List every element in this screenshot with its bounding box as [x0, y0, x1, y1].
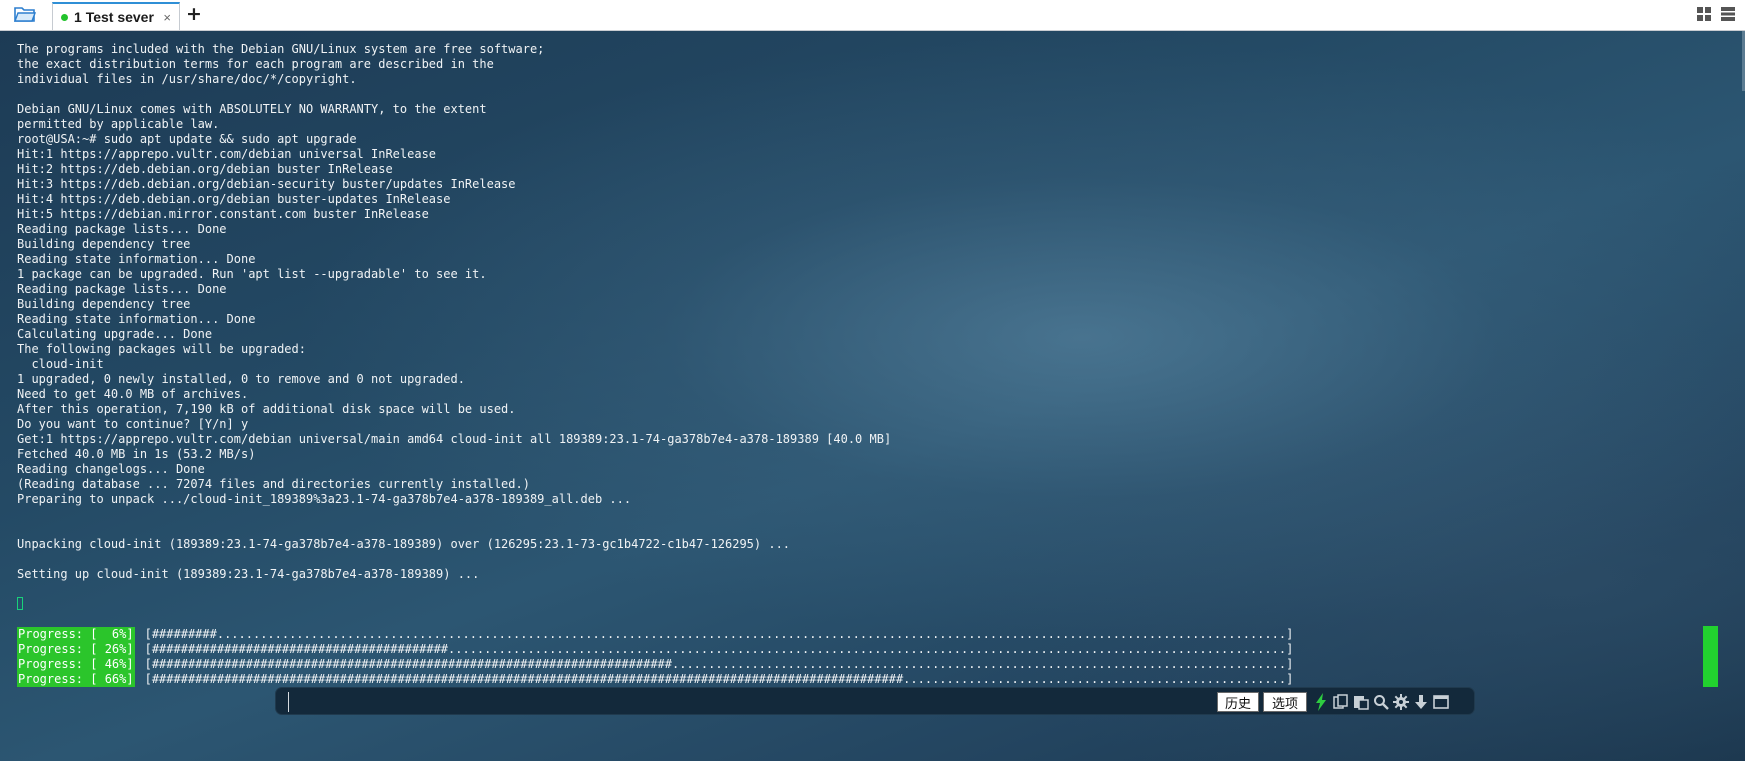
gear-icon[interactable] — [1392, 692, 1410, 712]
terminal-line: (Reading database ... 72074 files and di… — [17, 477, 530, 491]
connected-status-dot — [61, 13, 68, 21]
open-session-folder-icon[interactable] — [12, 4, 38, 24]
command-input[interactable] — [288, 692, 1215, 712]
terminal-line: Hit:2 https://deb.debian.org/debian bust… — [17, 162, 393, 176]
terminal-line: Preparing to unpack .../cloud-init_18938… — [17, 492, 632, 506]
terminal-line: Unpacking cloud-init (189389:23.1-74-ga3… — [17, 537, 791, 551]
progress-label: Progress: [ 46%] — [17, 657, 135, 672]
terminal-line: Debian GNU/Linux comes with ABSOLUTELY N… — [17, 102, 487, 116]
terminal-line: Building dependency tree — [17, 297, 191, 311]
terminal-line: Fetched 40.0 MB in 1s (53.2 MB/s) — [17, 447, 256, 461]
terminal-line: Hit:5 https://debian.mirror.constant.com… — [17, 207, 429, 221]
terminal-line: Reading state information... Done — [17, 312, 256, 326]
terminal-line: permitted by applicable law. — [17, 117, 220, 131]
paste-icon[interactable] — [1352, 692, 1370, 712]
terminal-line: individual files in /usr/share/doc/*/cop… — [17, 72, 357, 86]
tab-test-sever[interactable]: 1 Test sever × — [52, 2, 180, 30]
terminal-line: Reading state information... Done — [17, 252, 256, 266]
terminal-line: Setting up cloud-init (189389:23.1-74-ga… — [17, 567, 480, 581]
progress-label: Progress: [ 6%] — [17, 627, 135, 642]
progress-side-indicator — [1703, 626, 1718, 687]
tab-label: 1 Test sever — [74, 9, 154, 25]
progress-bars: Progress: [ 6%] [#########...............… — [17, 627, 1293, 687]
progress-bar-text: [#######################################… — [144, 642, 1294, 656]
window-icon[interactable] — [1432, 692, 1450, 712]
terminal-line: After this operation, 7,190 kB of additi… — [17, 402, 516, 416]
progress-bar-text: [#######################################… — [144, 657, 1294, 671]
terminal-line: The following packages will be upgraded: — [17, 342, 306, 356]
terminal-line: Reading package lists... Done — [17, 222, 227, 236]
terminal-line: Hit:1 https://apprepo.vultr.com/debian u… — [17, 147, 437, 161]
command-bar: 历史 选项 — [275, 687, 1475, 715]
progress-row: Progress: [ 46%] [#######################… — [17, 657, 1293, 672]
terminal-line: Calculating upgrade... Done — [17, 327, 213, 341]
terminal-line: Reading package lists... Done — [17, 282, 227, 296]
grid-layout-icon[interactable] — [1695, 5, 1713, 23]
terminal-cursor — [17, 597, 23, 610]
terminal-line: cloud-init — [17, 357, 104, 371]
download-arrow-icon[interactable] — [1412, 692, 1430, 712]
terminal-line: root@USA:~# sudo apt update && sudo apt … — [17, 132, 357, 146]
progress-bar-text: [#########..............................… — [144, 627, 1294, 641]
progress-row: Progress: [ 26%] [#######################… — [17, 642, 1293, 657]
tab-close-icon[interactable]: × — [163, 10, 171, 25]
lightning-icon[interactable] — [1312, 692, 1330, 712]
history-button[interactable]: 历史 — [1217, 692, 1259, 712]
tab-bar: 1 Test sever × + — [0, 0, 1745, 31]
copy-icon[interactable] — [1332, 692, 1350, 712]
terminal-line: Building dependency tree — [17, 237, 191, 251]
progress-label: Progress: [ 66%] — [17, 672, 135, 687]
terminal-line: Reading changelogs... Done — [17, 462, 205, 476]
add-tab-button[interactable]: + — [184, 2, 204, 26]
terminal-line: Get:1 https://apprepo.vultr.com/debian u… — [17, 432, 892, 446]
progress-label: Progress: [ 26%] — [17, 642, 135, 657]
terminal-line: 1 upgraded, 0 newly installed, 0 to remo… — [17, 372, 465, 386]
progress-row: Progress: [ 6%] [#########...............… — [17, 627, 1293, 642]
progress-bar-text: [#######################################… — [144, 672, 1294, 686]
terminal-line: Hit:4 https://deb.debian.org/debian bust… — [17, 192, 451, 206]
terminal-line: Need to get 40.0 MB of archives. — [17, 387, 249, 401]
terminal-text: The programs included with the Debian GN… — [17, 42, 891, 582]
search-icon[interactable] — [1372, 692, 1390, 712]
options-button[interactable]: 选项 — [1263, 692, 1307, 712]
terminal-line: Hit:3 https://deb.debian.org/debian-secu… — [17, 177, 516, 191]
terminal-line: The programs included with the Debian GN… — [17, 42, 545, 56]
terminal-line: 1 package can be upgraded. Run 'apt list… — [17, 267, 487, 281]
terminal-line: Do you want to continue? [Y/n] y — [17, 417, 249, 431]
terminal-output-area[interactable]: The programs included with the Debian GN… — [0, 31, 1745, 761]
progress-row: Progress: [ 66%] [#######################… — [17, 672, 1293, 687]
terminal-line: the exact distribution terms for each pr… — [17, 57, 494, 71]
list-layout-icon[interactable] — [1719, 5, 1737, 23]
